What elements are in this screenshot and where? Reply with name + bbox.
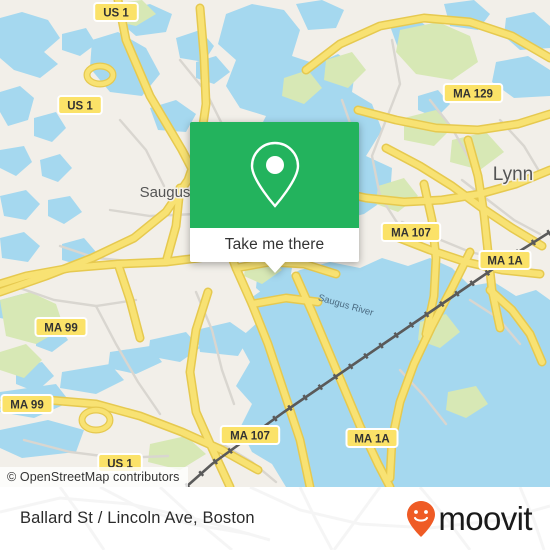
moovit-smiley-pin-icon	[407, 500, 436, 537]
shield-label: MA 129	[453, 88, 493, 100]
road-shield[interactable]: MA 99	[0, 394, 54, 414]
road-shield[interactable]: US 1	[57, 95, 103, 115]
shield-label: MA 107	[391, 227, 431, 239]
road-shield[interactable]: MA 107	[380, 222, 442, 242]
road-shield[interactable]: US 1	[93, 2, 139, 22]
shield-label: MA 99	[10, 399, 43, 411]
footer-bar: Ballard St / Lincoln Ave, Boston moovit	[0, 487, 550, 550]
popup-icon-area	[190, 122, 359, 228]
location-title: Ballard St / Lincoln Ave, Boston	[20, 509, 255, 527]
road-shield[interactable]: MA 1A	[478, 250, 532, 270]
take-me-there-label: Take me there	[224, 236, 325, 253]
shield-label: MA 1A	[354, 433, 389, 445]
location-pin-icon	[250, 141, 299, 208]
moovit-brand[interactable]: moovit	[406, 500, 533, 538]
osm-attribution[interactable]: © OpenStreetMap contributors	[0, 467, 188, 487]
place-label: Lynn	[493, 164, 534, 185]
shield-label: MA 1A	[487, 255, 522, 267]
moovit-wordmark: moovit	[438, 500, 532, 537]
shield-label: US 1	[67, 100, 93, 112]
popup-action-bar[interactable]: Take me there	[190, 228, 359, 273]
moovit-map-screenshot: Saugus Lynn Saugus River US 1 US 1 MA 129 MA…	[0, 0, 550, 550]
popup-tail-pointer	[263, 261, 286, 273]
place-label: Saugus	[140, 184, 191, 201]
road-shield[interactable]: MA 129	[442, 83, 504, 103]
shield-label: MA 107	[230, 430, 270, 442]
destination-popup-card[interactable]: Take me there	[190, 122, 359, 273]
road-shield[interactable]: MA 99	[34, 317, 88, 337]
shield-label: US 1	[103, 7, 129, 19]
road-shield[interactable]: MA 107	[219, 425, 281, 445]
road-shield[interactable]: MA 1A	[345, 428, 399, 448]
shield-label: MA 99	[44, 322, 77, 334]
